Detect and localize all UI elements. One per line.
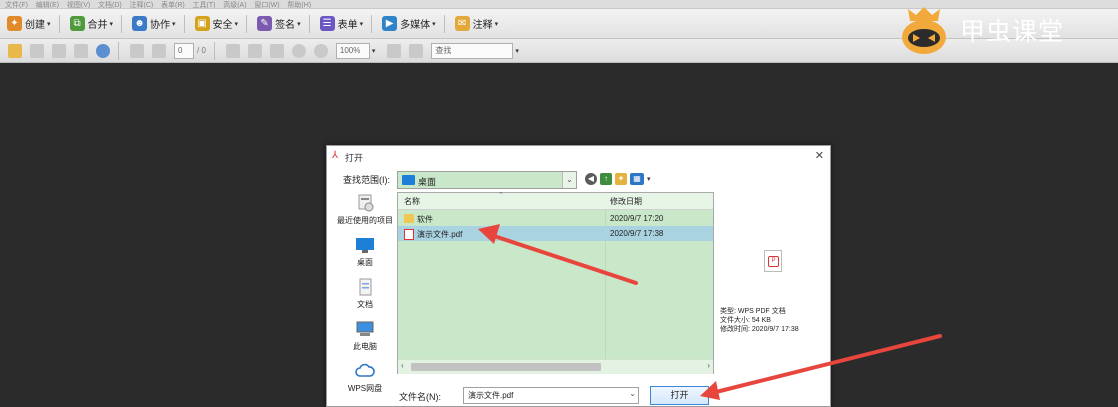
form-button[interactable]: ☰ 表单 ▾ — [318, 13, 366, 35]
up-folder-icon[interactable]: ↑ — [600, 173, 612, 185]
view-dropdown-icon[interactable]: ▾ — [647, 175, 651, 183]
sign-button[interactable]: ✎ 签名 ▾ — [255, 13, 303, 35]
merge-icon: ⧉ — [69, 16, 85, 31]
comment-button[interactable]: ✉ 注释 ▾ — [453, 13, 501, 35]
save-icon[interactable] — [52, 43, 66, 58]
dialog-titlebar: ⅄ 打开 ✕ — [327, 146, 830, 166]
file-list-header: ⌃ 名称 修改日期 — [398, 192, 713, 210]
open-file-dialog: ⅄ 打开 ✕ 查找范围(I): 桌面 ⌄ ◀ ↑ ✦ ▦ ▾ 最近使用的项目 桌… — [326, 145, 831, 407]
beetle-logo-icon — [896, 3, 952, 57]
print-icon[interactable] — [30, 43, 44, 58]
open-folder-icon[interactable] — [8, 43, 22, 58]
place-desktop[interactable]: 桌面 — [333, 236, 397, 268]
multimedia-icon: ▶ — [382, 16, 398, 31]
look-in-value: 桌面 — [418, 177, 437, 187]
look-in-select[interactable]: 桌面 ⌄ — [397, 171, 577, 189]
place-documents[interactable]: 文档 — [333, 278, 397, 310]
zoom-in-icon[interactable] — [313, 43, 328, 58]
filename-input[interactable]: 演示文件.pdf ⌄ — [463, 387, 639, 404]
close-icon[interactable]: ✕ — [815, 149, 824, 162]
list-item-folder[interactable]: 软件 2020/9/7 17:20 — [398, 211, 713, 226]
pdf-file-icon — [404, 229, 414, 240]
preview-pane: P 类型: WPS PDF 文档 文件大小: 54 KB 修改时间: 2020/… — [712, 192, 830, 372]
place-wps-cloud[interactable]: WPS网盘 — [333, 362, 397, 394]
snapshot-icon[interactable] — [269, 43, 284, 58]
file-list[interactable]: ⌃ 名称 修改日期 软件 2020/9/7 17:20 演示文件.pdf 202… — [397, 192, 714, 374]
places-sidebar: 最近使用的项目 桌面 文档 此电脑 WPS网盘 — [333, 192, 397, 406]
chevron-down-icon[interactable]: ⌄ — [629, 389, 636, 398]
menu-window[interactable]: 窗口(W) — [254, 2, 279, 8]
search-input[interactable]: 查找 — [431, 42, 514, 59]
list-item-pdf[interactable]: 演示文件.pdf 2020/9/7 17:38 — [398, 226, 713, 241]
filename-value: 演示文件.pdf — [468, 391, 514, 400]
chevron-down-icon[interactable]: ⌄ — [562, 172, 576, 188]
collaborate-icon: ☻ — [132, 16, 148, 31]
email-icon[interactable] — [74, 43, 88, 58]
pdf-preview-icon: P — [764, 250, 782, 272]
horizontal-scrollbar[interactable]: ‹ › — [398, 359, 713, 374]
menu-tools[interactable]: 工具(T) — [192, 2, 215, 8]
page-number-input[interactable]: 0 — [174, 42, 194, 59]
open-button[interactable]: 打开 — [650, 386, 709, 405]
page-total: / 0 — [197, 46, 206, 55]
pdf-app-icon: ⅄ — [332, 150, 339, 161]
create-button[interactable]: ✦ 创建 ▾ — [5, 13, 53, 35]
look-in-label: 查找范围(I): — [343, 175, 390, 185]
form-icon: ☰ — [319, 16, 335, 31]
menu-advanced[interactable]: 高级(A) — [223, 2, 246, 8]
comment-icon: ✉ — [454, 16, 470, 31]
zoom-out-icon[interactable] — [291, 43, 306, 58]
view-menu-icon[interactable]: ▦ — [630, 173, 644, 185]
column-name[interactable]: 名称 — [404, 196, 420, 207]
computer-icon — [355, 320, 375, 338]
menu-form[interactable]: 表单(R) — [161, 2, 185, 8]
new-folder-icon[interactable]: ✦ — [615, 173, 627, 185]
recent-items-icon — [355, 194, 375, 212]
place-this-pc[interactable]: 此电脑 — [333, 320, 397, 352]
fit-width-icon[interactable] — [409, 43, 424, 58]
menu-comment[interactable]: 注释(C) — [129, 2, 153, 8]
merge-button[interactable]: ⧉ 合并 ▾ — [68, 13, 116, 35]
fit-page-icon[interactable] — [387, 43, 402, 58]
dialog-nav-icons: ◀ ↑ ✦ ▦ ▾ — [585, 173, 651, 185]
security-button[interactable]: ▣ 安全 ▾ — [193, 13, 241, 35]
back-icon[interactable]: ◀ — [585, 173, 597, 185]
search-dropdown-icon[interactable]: ▾ — [515, 47, 519, 55]
create-icon: ✦ — [7, 16, 22, 31]
prev-page-icon[interactable] — [130, 43, 144, 58]
brand-watermark: 甲虫课堂 — [896, 2, 1118, 58]
menu-help[interactable]: 帮助(H) — [287, 2, 311, 8]
select-tool-icon[interactable] — [225, 43, 240, 58]
sort-arrow-icon: ⌃ — [498, 192, 504, 199]
zoom-dropdown-icon[interactable]: ▾ — [372, 47, 376, 55]
sign-icon: ✎ — [257, 16, 273, 31]
zoom-select[interactable]: 100% — [335, 42, 370, 59]
menu-view[interactable]: 视图(V) — [67, 2, 90, 8]
web-icon[interactable] — [96, 43, 110, 58]
dialog-title: 打开 — [345, 153, 364, 163]
lock-icon: ▣ — [194, 16, 210, 31]
scrollbar-thumb[interactable] — [411, 363, 601, 371]
menu-edit[interactable]: 编辑(E) — [36, 2, 59, 8]
desktop-icon — [355, 236, 375, 254]
brand-text: 甲虫课堂 — [960, 17, 1065, 46]
column-date[interactable]: 修改日期 — [610, 196, 642, 207]
scroll-left-icon[interactable]: ‹ — [401, 361, 404, 370]
hand-tool-icon[interactable] — [247, 43, 262, 58]
scroll-right-icon[interactable]: › — [707, 361, 710, 370]
documents-icon — [355, 278, 375, 296]
next-page-icon[interactable] — [152, 43, 166, 58]
place-recent[interactable]: 最近使用的项目 — [333, 194, 397, 226]
cloud-icon — [355, 362, 375, 380]
folder-icon — [404, 214, 414, 223]
collaborate-button[interactable]: ☻ 协作 ▾ — [130, 13, 178, 35]
multimedia-button[interactable]: ▶ 多媒体 ▾ — [380, 13, 438, 35]
menu-file[interactable]: 文件(F) — [5, 2, 28, 8]
menu-document[interactable]: 文档(D) — [98, 2, 122, 8]
filename-label: 文件名(N): — [399, 392, 441, 402]
preview-modified: 修改时间: 2020/9/7 17:38 — [720, 326, 799, 333]
desktop-icon — [402, 175, 415, 185]
